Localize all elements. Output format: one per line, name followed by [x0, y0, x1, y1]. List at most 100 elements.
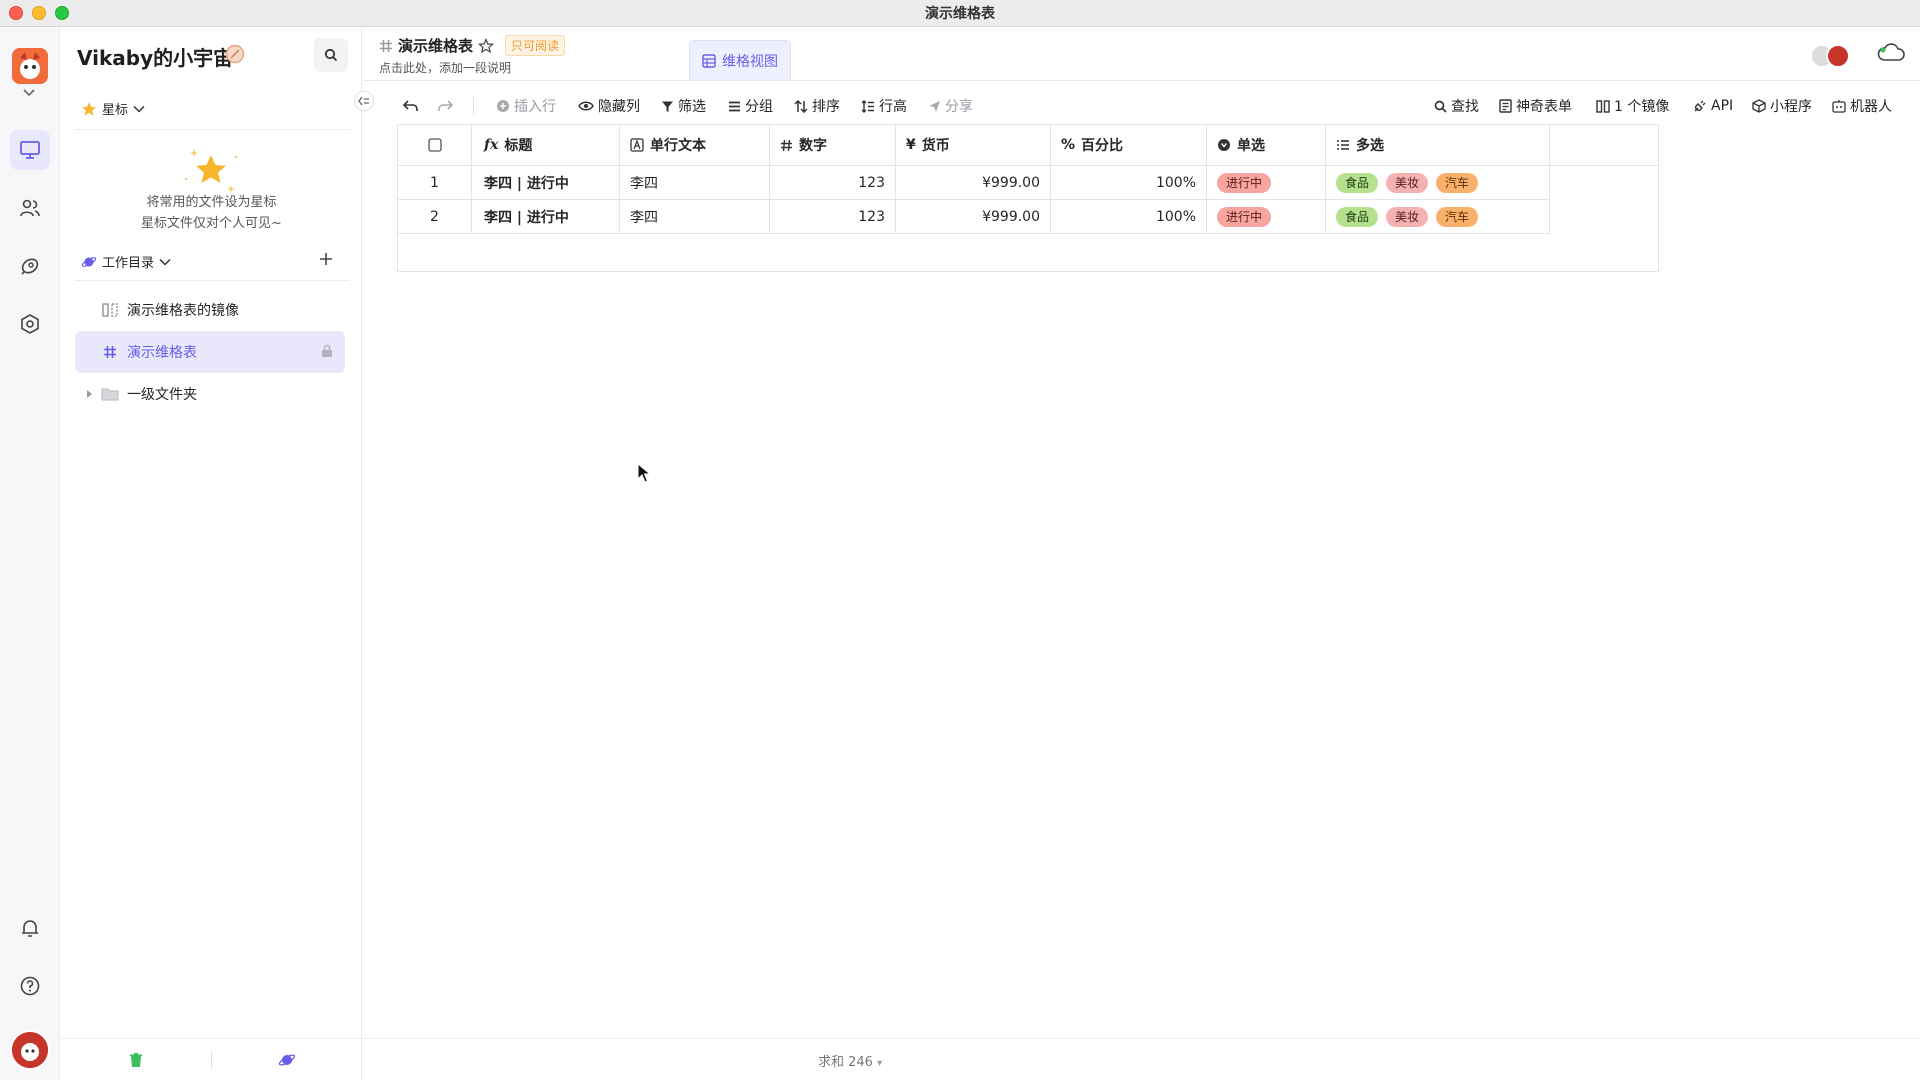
close-window-button[interactable] — [9, 6, 23, 20]
cloud-sync-icon[interactable] — [1876, 42, 1906, 64]
tree-item-label: 演示维格表 — [127, 345, 197, 361]
cube-icon — [1752, 99, 1766, 113]
filter-label: 筛选 — [678, 99, 706, 115]
cell-currency[interactable]: ¥999.00 — [896, 166, 1051, 200]
tab-grid-view[interactable]: 维格视图 — [689, 40, 791, 80]
insert-row-button[interactable]: 插入行 — [496, 91, 556, 121]
cell-text[interactable]: 李四 — [620, 166, 770, 200]
hide-columns-button[interactable]: 隐藏列 — [578, 91, 640, 121]
option-tag: 汽车 — [1436, 207, 1479, 227]
tree-item-label: 一级文件夹 — [127, 387, 197, 403]
planet-icon — [278, 1053, 296, 1066]
caret-right-icon[interactable] — [83, 389, 95, 399]
cell-percent[interactable]: 100% — [1051, 166, 1207, 200]
column-header-percent[interactable]: % 百分比 — [1051, 125, 1207, 165]
select-all-checkbox[interactable] — [398, 125, 472, 165]
tree-item-folder[interactable]: 一级文件夹 — [75, 373, 345, 415]
row-height-icon — [861, 99, 874, 113]
undo-button[interactable] — [403, 91, 419, 121]
explore-nav-button[interactable] — [10, 246, 50, 286]
filter-button[interactable]: 筛选 — [661, 91, 706, 121]
cell-number[interactable]: 123 — [770, 200, 896, 234]
caret-down-icon: ▾ — [877, 1058, 883, 1069]
share-button[interactable]: 分享 — [928, 91, 973, 121]
column-header-label: 百分比 — [1081, 138, 1124, 154]
cell-text[interactable]: 李四 — [620, 200, 770, 234]
redo-button[interactable] — [437, 91, 453, 121]
minimize-window-button[interactable] — [32, 6, 46, 20]
option-tag: 进行中 — [1217, 173, 1272, 193]
space-avatar[interactable] — [12, 48, 48, 84]
zoom-window-button[interactable] — [55, 6, 69, 20]
row-height-button[interactable]: 行高 — [861, 91, 907, 121]
column-header-label: 货币 — [921, 138, 950, 154]
user-avatar[interactable] — [10, 1030, 50, 1070]
cell-multi-select[interactable]: 食品 美妆 汽车 — [1326, 200, 1550, 234]
chevron-down-icon[interactable] — [22, 88, 36, 98]
option-tag: 进行中 — [1217, 207, 1272, 227]
tree-item-mirror[interactable]: 演示维格表的镜像 — [75, 289, 345, 331]
cell-number[interactable]: 123 — [770, 166, 896, 200]
workdir-section-toggle[interactable]: 工作目录 — [81, 252, 171, 271]
window-controls — [9, 6, 69, 20]
tree-item-datasheet[interactable]: 演示维格表 — [75, 331, 345, 373]
column-header-currency[interactable]: ¥ 货币 — [896, 125, 1051, 165]
window-titlebar: 演示维格表 — [0, 0, 1920, 27]
column-header-multi-select[interactable]: 多选 — [1326, 125, 1550, 165]
sort-button[interactable]: 排序 — [794, 91, 840, 121]
stat-summary[interactable]: 求和 246 ▾ — [818, 1051, 882, 1070]
workbench-nav-button[interactable] — [10, 130, 50, 170]
api-button[interactable]: API — [1693, 91, 1733, 121]
cell-single-select[interactable]: 进行中 — [1207, 200, 1326, 234]
cell-multi-select[interactable]: 食品 美妆 汽车 — [1326, 166, 1550, 200]
star-outline-icon[interactable] — [478, 37, 495, 54]
robot-icon — [1832, 100, 1846, 113]
option-tag: 食品 — [1336, 207, 1379, 227]
column-header-text[interactable]: 单行文本 — [620, 125, 770, 165]
table-row[interactable]: 1 李四 | 进行中 李四 123 ¥999.00 100% 进行中 食品 美妆… — [398, 166, 1550, 200]
members-nav-button[interactable] — [10, 188, 50, 228]
mirror-label: 1 个镜像 — [1614, 99, 1670, 115]
option-tag: 食品 — [1336, 173, 1379, 193]
group-button[interactable]: 分组 — [728, 91, 773, 121]
space-explore-button[interactable] — [212, 1052, 362, 1068]
cell-currency[interactable]: ¥999.00 — [896, 200, 1051, 234]
eye-icon — [578, 101, 594, 111]
cell-title[interactable]: 李四 | 进行中 — [472, 200, 620, 234]
robot-button[interactable]: 机器人 — [1832, 91, 1892, 121]
doc-description[interactable]: 点击此处，添加一段说明 — [379, 59, 511, 76]
table-row[interactable]: 2 李四 | 进行中 李四 123 ¥999.00 100% 进行中 食品 美妆… — [398, 200, 1550, 234]
avatar — [1826, 44, 1850, 68]
settings-nav-button[interactable] — [10, 304, 50, 344]
add-node-button[interactable] — [316, 249, 336, 269]
chevron-down-icon — [133, 105, 145, 113]
notifications-button[interactable] — [10, 908, 50, 948]
hexagon-settings-icon — [21, 314, 39, 334]
form-label: 神奇表单 — [1516, 99, 1572, 115]
collaborator-avatars[interactable] — [1810, 44, 1850, 68]
space-name[interactable]: Vikaby的小宇宙 — [77, 42, 233, 71]
help-button[interactable] — [10, 966, 50, 1006]
trash-button[interactable] — [61, 1052, 211, 1068]
column-header-number[interactable]: 数字 — [770, 125, 896, 165]
column-header-single-select[interactable]: 单选 — [1207, 125, 1326, 165]
column-header-label: 标题 — [504, 138, 533, 154]
find-button[interactable]: 查找 — [1434, 91, 1479, 121]
cell-percent[interactable]: 100% — [1051, 200, 1207, 234]
cell-title[interactable]: 李四 | 进行中 — [472, 166, 620, 200]
undo-icon — [403, 100, 418, 111]
status-bar: 求和 246 ▾ — [363, 1038, 1920, 1080]
share-label: 分享 — [945, 99, 973, 115]
column-header-title[interactable]: fx 标题 — [472, 125, 620, 165]
doc-title[interactable]: 演示维格表 — [398, 35, 473, 56]
starred-section-toggle[interactable]: 星标 — [81, 99, 145, 118]
mirror-icon — [101, 303, 119, 317]
sidebar-search-button[interactable] — [314, 38, 348, 72]
mirror-button[interactable]: 1 个镜像 — [1596, 91, 1669, 121]
cell-single-select[interactable]: 进行中 — [1207, 166, 1326, 200]
toolbar: 插入行 隐藏列 筛选 分组 排序 行高 分享 查找 神奇表单 1 个镜像 API… — [363, 91, 1920, 121]
formula-icon: fx — [484, 137, 499, 153]
widget-button[interactable]: 小程序 — [1752, 91, 1812, 121]
form-button[interactable]: 神奇表单 — [1499, 91, 1572, 121]
column-header-label: 数字 — [799, 138, 827, 154]
